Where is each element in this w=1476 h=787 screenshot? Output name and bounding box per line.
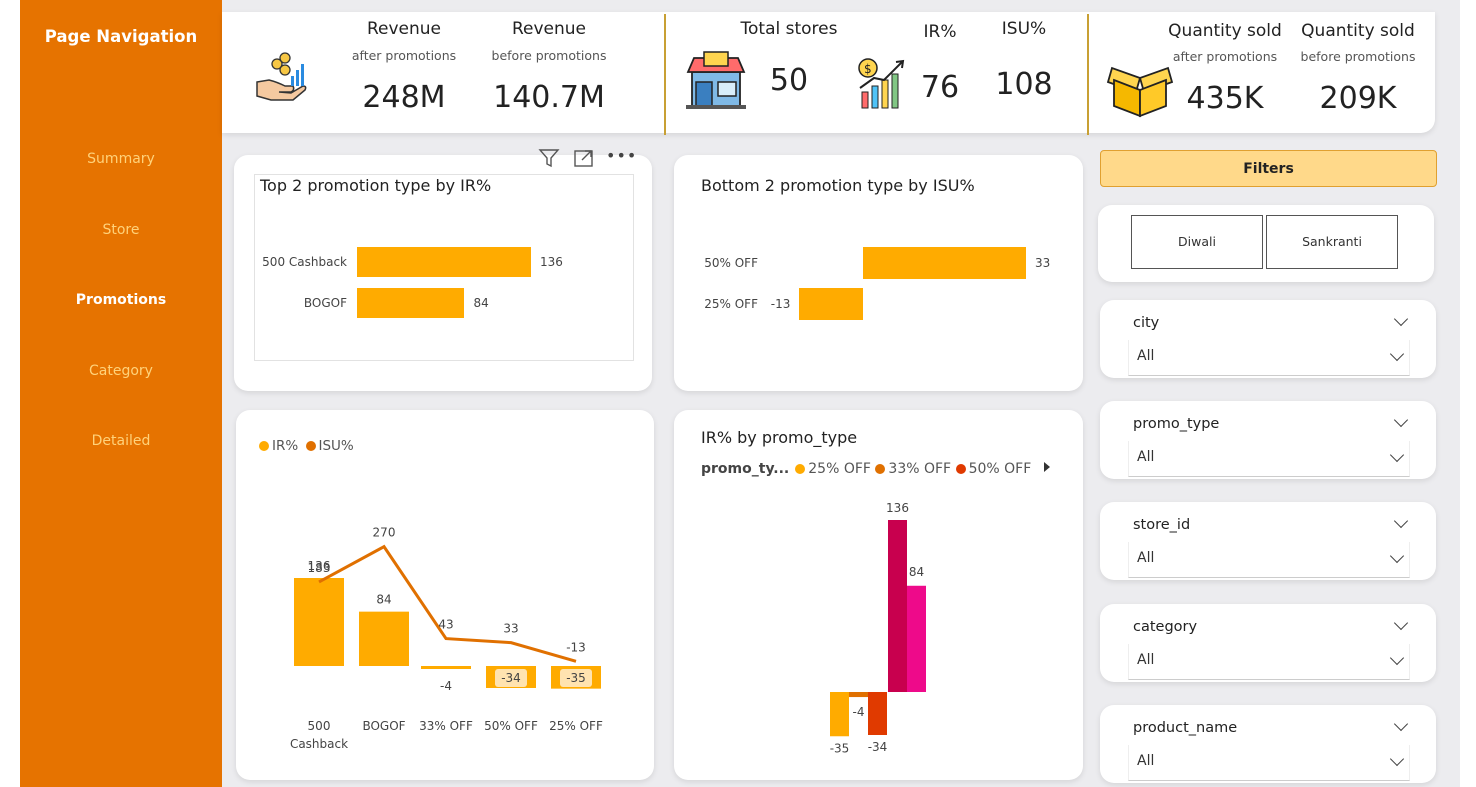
data-label: -34: [868, 740, 888, 754]
promo-type-slicer-title: promo_type: [1133, 416, 1220, 432]
store-id-slicer-title: store_id: [1133, 517, 1191, 533]
ir-value: 76: [920, 70, 960, 105]
data-label: 84: [473, 296, 489, 310]
bar: [357, 288, 465, 318]
bar: [359, 611, 409, 666]
bar: [888, 520, 907, 692]
category-label: BOGOF: [303, 296, 347, 310]
revenue-before-label: Revenue: [511, 19, 587, 39]
category-label: 33% OFF: [419, 719, 473, 733]
line-data-label: 43: [438, 618, 453, 632]
product-name-dropdown[interactable]: All: [1128, 745, 1410, 781]
revenue-before-value: 140.7M: [493, 80, 605, 115]
more-options-icon[interactable]: •••: [606, 146, 637, 165]
category-slicer-title: category: [1133, 619, 1198, 635]
category-label: 500: [308, 719, 331, 733]
category-label: BOGOF: [362, 719, 405, 733]
bar: [849, 692, 868, 698]
data-label: 84: [909, 565, 924, 579]
page-navigation-sidebar: Page Navigation Summary Store Promotions…: [20, 0, 222, 787]
qty-after-label: Quantity sold: [1168, 21, 1282, 41]
filter-icon[interactable]: [538, 148, 560, 168]
isu-line: [318, 544, 577, 663]
festival-tile-diwali[interactable]: Diwali: [1131, 215, 1263, 269]
ir-label: IR%: [923, 22, 957, 42]
promo-type-dropdown[interactable]: All: [1128, 441, 1410, 477]
qty-after-value: 435K: [1186, 81, 1264, 116]
nav-summary[interactable]: Summary: [20, 151, 222, 167]
focus-mode-icon[interactable]: [573, 148, 595, 168]
category-label: 50% OFF: [704, 256, 758, 270]
money-hand-icon: [256, 52, 307, 101]
bar: [798, 288, 863, 320]
bar: [907, 585, 926, 692]
bar: [830, 692, 849, 737]
nav-promotions[interactable]: Promotions: [20, 292, 222, 308]
bar: [294, 578, 344, 666]
data-label: -4: [853, 705, 865, 719]
product-name-slicer-title: product_name: [1133, 720, 1238, 736]
filters-button[interactable]: Filters: [1100, 150, 1437, 187]
growth-chart-icon: $: [858, 58, 905, 109]
nav-store[interactable]: Store: [20, 222, 222, 238]
line-data-label: 33: [503, 622, 518, 636]
ir-by-promo-chart: -35 -4 -34 136 84: [830, 501, 926, 755]
bottom2-isu-title: Bottom 2 promotion type by ISU%: [701, 176, 975, 195]
category-label: Cashback: [290, 737, 348, 751]
bar-data-label: 84: [376, 593, 391, 607]
bar-data-label: -34: [501, 671, 521, 685]
revenue-before-sub: before promotions: [491, 48, 607, 63]
revenue-after-value: 248M: [362, 80, 446, 115]
festival-tile-sankranti[interactable]: Sankranti: [1266, 215, 1398, 269]
city-slicer-title: city: [1133, 315, 1160, 331]
data-label: 136: [886, 501, 909, 515]
bar: [357, 247, 531, 277]
line-data-label: -13: [566, 640, 586, 654]
city-dropdown[interactable]: All: [1128, 340, 1410, 376]
bar-data-label: -4: [440, 679, 452, 693]
store-id-dropdown[interactable]: All: [1128, 542, 1410, 578]
bar: [421, 666, 471, 669]
category-label: 50% OFF: [484, 719, 538, 733]
revenue-after-label: Revenue: [366, 19, 442, 39]
qty-before-value: 209K: [1319, 81, 1397, 116]
category-label: 500 Cashback: [262, 255, 347, 269]
nav-detailed[interactable]: Detailed: [20, 433, 222, 449]
nav-category[interactable]: Category: [20, 363, 222, 379]
category-label: 25% OFF: [549, 719, 603, 733]
bar: [863, 247, 1026, 279]
box-icon: [1106, 66, 1174, 118]
svg-text:$: $: [864, 62, 872, 76]
total-stores-label: Total stores: [740, 19, 838, 39]
data-label: -13: [770, 297, 791, 311]
page-navigation-title: Page Navigation: [44, 27, 198, 46]
bar: [868, 692, 887, 735]
bar-data-label: -35: [566, 671, 586, 685]
isu-value: 108: [995, 67, 1053, 102]
data-label: 136: [540, 255, 563, 269]
data-label: 33: [1035, 256, 1051, 270]
qty-after-sub: after promotions: [1172, 49, 1278, 64]
top2-ir-title: Top 2 promotion type by IR%: [260, 176, 492, 195]
revenue-after-sub: after promotions: [351, 48, 457, 63]
qty-before-sub: before promotions: [1300, 49, 1416, 64]
line-data-label: 183: [308, 561, 331, 575]
isu-label: ISU%: [1001, 19, 1047, 39]
qty-before-label: Quantity sold: [1301, 21, 1415, 41]
kpi-divider: [1087, 14, 1089, 135]
ir-isu-combo-chart: 13684-4-34 -3518327043 33-13500CashbackBOG…: [290, 526, 603, 751]
data-label: -35: [830, 741, 850, 755]
line-data-label: 270: [373, 526, 396, 540]
store-icon: [686, 51, 746, 109]
kpi-divider: [664, 14, 666, 135]
category-label: 25% OFF: [704, 297, 758, 311]
category-dropdown[interactable]: All: [1128, 644, 1410, 680]
total-stores-value: 50: [769, 63, 809, 98]
